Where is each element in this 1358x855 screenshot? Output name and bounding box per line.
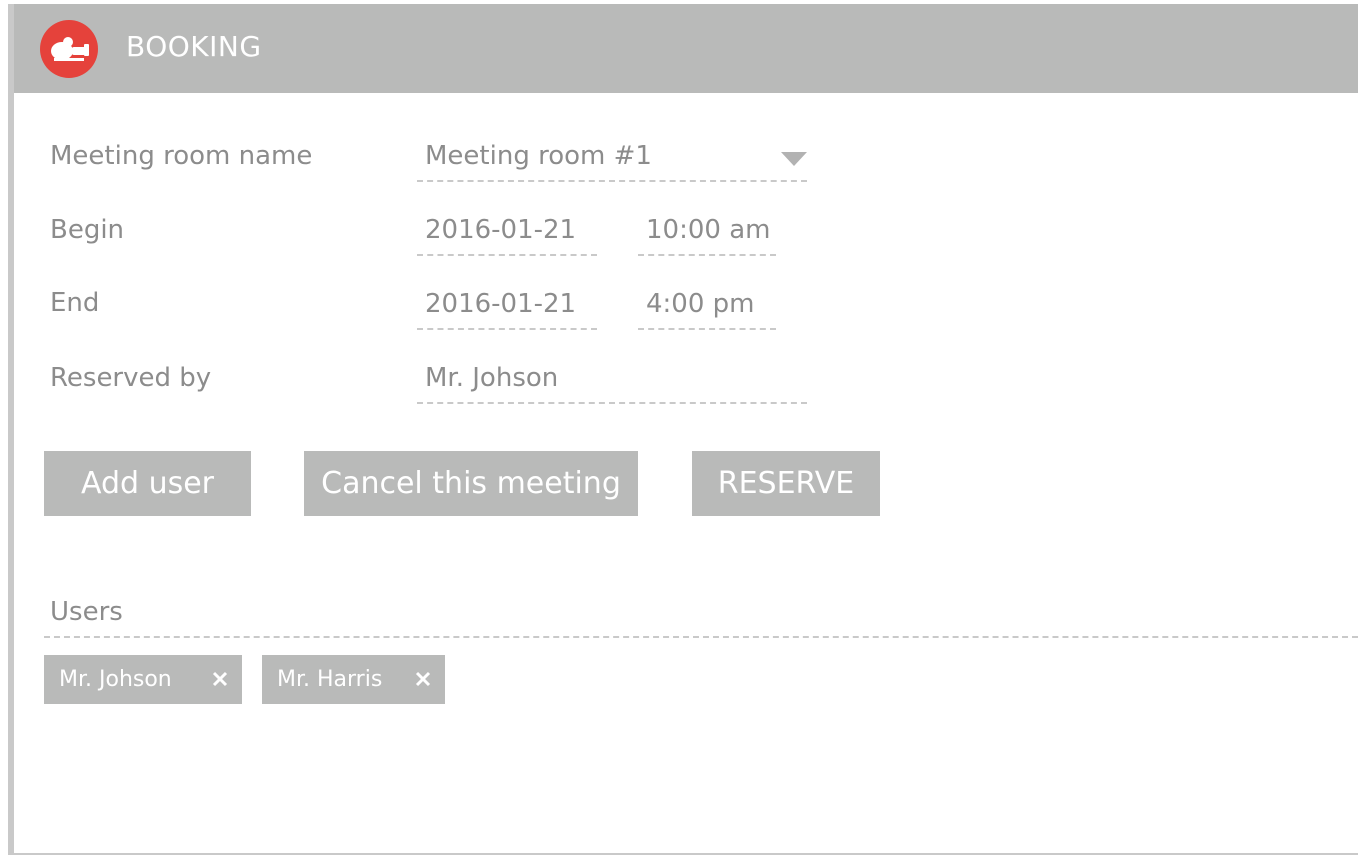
user-chip-name: Mr. Johson	[59, 667, 172, 692]
begin-label: Begin	[50, 215, 125, 245]
chevron-down-icon[interactable]	[781, 152, 807, 166]
reserved-by-field[interactable]: Mr. Johson	[417, 358, 807, 404]
users-section-label: Users	[50, 597, 123, 627]
app-header: BOOKING	[14, 4, 1358, 93]
end-time-field[interactable]: 4:00 pm	[638, 284, 776, 330]
add-user-button[interactable]: Add user	[44, 451, 251, 516]
user-chip: Mr. Harris	[262, 655, 445, 704]
meeting-room-select[interactable]: Meeting room #1	[417, 136, 807, 182]
meeting-room-value: Meeting room #1	[425, 141, 652, 171]
users-divider	[44, 636, 1358, 638]
reserve-button[interactable]: RESERVE	[692, 451, 880, 516]
close-icon[interactable]	[411, 667, 435, 691]
end-date-field[interactable]: 2016-01-21	[417, 284, 597, 330]
app-logo-icon	[40, 20, 98, 78]
meeting-room-label: Meeting room name	[50, 141, 313, 171]
app-title: BOOKING	[126, 30, 262, 63]
begin-time-field[interactable]: 10:00 am	[638, 210, 776, 256]
close-icon[interactable]	[208, 667, 232, 691]
reserved-by-label: Reserved by	[50, 363, 212, 393]
end-label: End	[50, 288, 100, 318]
booking-window: BOOKING Meeting room name Meeting room #…	[8, 4, 1358, 855]
cancel-meeting-button[interactable]: Cancel this meeting	[304, 451, 638, 516]
user-chip-name: Mr. Harris	[277, 667, 383, 692]
user-chip: Mr. Johson	[44, 655, 242, 704]
begin-date-field[interactable]: 2016-01-21	[417, 210, 597, 256]
